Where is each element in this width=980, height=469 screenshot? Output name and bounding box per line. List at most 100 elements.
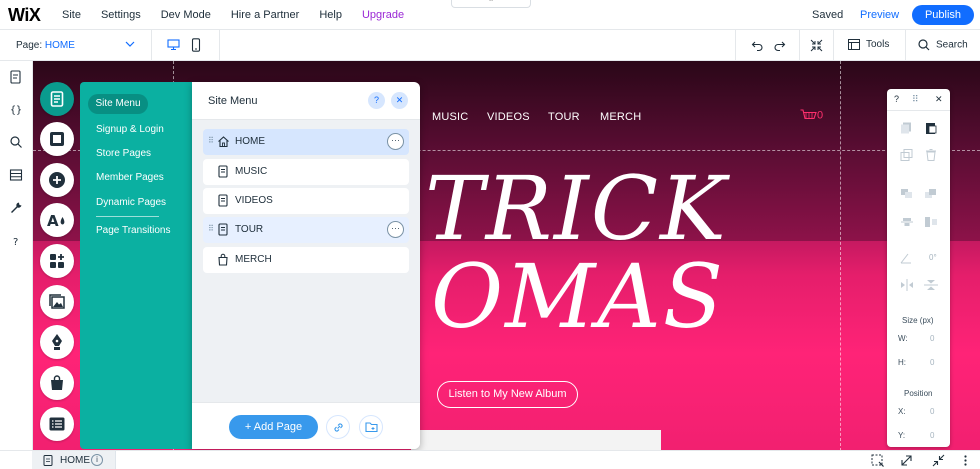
site-menu-help-button[interactable]: ? xyxy=(368,92,385,109)
tab-signup-login[interactable]: Signup & Login xyxy=(96,124,164,135)
page-row-videos[interactable]: VIDEOS xyxy=(203,188,409,214)
copy-icon[interactable] xyxy=(900,122,914,134)
height-value[interactable]: 0 xyxy=(930,358,934,367)
menu-upgrade[interactable]: Upgrade xyxy=(362,9,404,21)
add-folder-button[interactable] xyxy=(359,415,383,439)
menu-settings[interactable]: Settings xyxy=(101,9,141,21)
drag-handle-icon[interactable]: ⠿ xyxy=(208,137,214,145)
page-selector-label: Page: xyxy=(16,40,43,51)
page-row-home[interactable]: ⠿ HOME ··· xyxy=(203,129,409,155)
add-elements-button[interactable] xyxy=(40,163,74,197)
collapse-arrows-icon[interactable] xyxy=(932,454,945,467)
page-more-actions-button[interactable]: ··· xyxy=(387,221,404,238)
drag-handle-icon[interactable]: ⠿ xyxy=(208,225,214,233)
listen-album-button[interactable]: Listen to My New Album xyxy=(437,381,578,408)
content-manager-button[interactable] xyxy=(40,407,74,441)
flip-vertical-icon[interactable] xyxy=(924,279,938,291)
expand-icon[interactable] xyxy=(900,454,913,467)
site-nav-merch[interactable]: MERCH xyxy=(600,111,641,123)
cart-widget[interactable]: 0 xyxy=(800,109,823,122)
page-row-merch[interactable]: MERCH xyxy=(203,247,409,273)
gridline-right xyxy=(840,61,841,451)
add-page-button[interactable]: + Add Page xyxy=(229,415,318,439)
current-page-tab[interactable]: HOME i xyxy=(32,451,116,469)
inspector-help-button[interactable]: ? xyxy=(894,94,899,104)
hero-title-line-2[interactable]: OMAS xyxy=(431,253,725,341)
page-icon xyxy=(43,455,53,466)
inspector-drag-handle-icon[interactable]: ⠿ xyxy=(912,94,919,105)
inspector-close-button[interactable]: ✕ xyxy=(935,94,943,105)
rotation-value[interactable]: 0° xyxy=(929,253,937,262)
svg-text:{}: {} xyxy=(10,105,22,116)
distribute-icon[interactable] xyxy=(924,216,938,228)
search-icon[interactable] xyxy=(9,135,23,149)
page-info-icon[interactable]: i xyxy=(91,454,103,466)
undo-icon[interactable] xyxy=(751,39,764,52)
add-apps-button[interactable] xyxy=(40,244,74,278)
menu-hire-a-partner[interactable]: Hire a Partner xyxy=(231,9,299,21)
y-position-value[interactable]: 0 xyxy=(930,431,934,440)
zoom-out-button[interactable] xyxy=(800,30,834,61)
help-icon[interactable]: ? xyxy=(9,234,23,248)
background-button[interactable] xyxy=(40,122,74,156)
database-table-icon[interactable] xyxy=(9,168,23,182)
store-button[interactable] xyxy=(40,366,74,400)
arrange-back-icon[interactable] xyxy=(900,188,914,200)
pages-manager-icon[interactable] xyxy=(9,70,23,84)
site-menu-close-button[interactable]: ✕ xyxy=(391,92,408,109)
desktop-icon[interactable] xyxy=(167,38,180,51)
canvas-strip-element[interactable] xyxy=(411,430,661,451)
theme-manager-button[interactable]: A xyxy=(40,203,74,237)
more-vertical-icon[interactable] xyxy=(959,454,972,467)
svg-text:?: ? xyxy=(13,237,18,248)
page-icon xyxy=(218,223,228,236)
pages-icon xyxy=(50,91,64,107)
menu-dev-mode[interactable]: Dev Mode xyxy=(161,9,211,21)
search-icon xyxy=(918,39,930,51)
publish-button[interactable]: Publish xyxy=(912,5,974,25)
collapse-toolbar-toggle[interactable]: ⌃ xyxy=(451,0,531,8)
page-selector[interactable]: Page: HOME xyxy=(0,30,152,61)
pen-nib-icon xyxy=(52,334,62,350)
hero-title-line-1[interactable]: TRICK xyxy=(425,165,728,253)
search-button[interactable]: Search xyxy=(906,30,980,61)
code-braces-icon[interactable]: {} xyxy=(9,102,23,116)
cart-count: 0 xyxy=(817,109,824,122)
arrange-forward-icon[interactable] xyxy=(924,188,938,200)
tab-dynamic-pages[interactable]: Dynamic Pages xyxy=(96,197,166,208)
tab-member-pages[interactable]: Member Pages xyxy=(96,172,164,183)
site-nav-music[interactable]: MUSIC xyxy=(432,111,468,123)
pages-panel-button[interactable] xyxy=(40,82,74,116)
bottom-bar: HOME i xyxy=(0,450,980,469)
page-row-music[interactable]: MUSIC xyxy=(203,159,409,185)
tab-page-transitions[interactable]: Page Transitions xyxy=(96,225,171,236)
paste-icon[interactable] xyxy=(924,122,938,134)
align-center-icon[interactable] xyxy=(900,216,914,228)
add-link-button[interactable] xyxy=(326,415,350,439)
site-nav-tour[interactable]: TOUR xyxy=(548,111,580,123)
crop-select-icon[interactable] xyxy=(871,454,884,467)
wix-logo[interactable]: WiX xyxy=(8,5,41,26)
menu-site[interactable]: Site xyxy=(62,9,81,21)
delete-icon[interactable] xyxy=(924,149,938,161)
media-image-icon xyxy=(49,294,65,309)
preview-link[interactable]: Preview xyxy=(860,9,899,21)
page-more-actions-button[interactable]: ··· xyxy=(387,133,404,150)
media-button[interactable] xyxy=(40,285,74,319)
page-row-tour[interactable]: ⠿ TOUR ··· xyxy=(203,217,409,243)
rotate-angle-icon[interactable] xyxy=(899,252,913,264)
width-value[interactable]: 0 xyxy=(930,334,934,343)
site-menu-footer: + Add Page xyxy=(192,402,420,449)
site-nav-videos[interactable]: VIDEOS xyxy=(487,111,530,123)
flip-horizontal-icon[interactable] xyxy=(900,279,914,291)
x-position-value[interactable]: 0 xyxy=(930,407,934,416)
mobile-icon[interactable] xyxy=(191,38,201,52)
menu-help[interactable]: Help xyxy=(319,9,342,21)
tab-site-menu[interactable]: Site Menu xyxy=(88,94,148,114)
tools-button[interactable]: Tools xyxy=(834,30,906,61)
duplicate-icon[interactable] xyxy=(900,149,914,161)
redo-icon[interactable] xyxy=(773,39,786,52)
tab-store-pages[interactable]: Store Pages xyxy=(96,148,151,159)
blog-button[interactable] xyxy=(40,325,74,359)
wrench-icon[interactable] xyxy=(9,201,23,215)
